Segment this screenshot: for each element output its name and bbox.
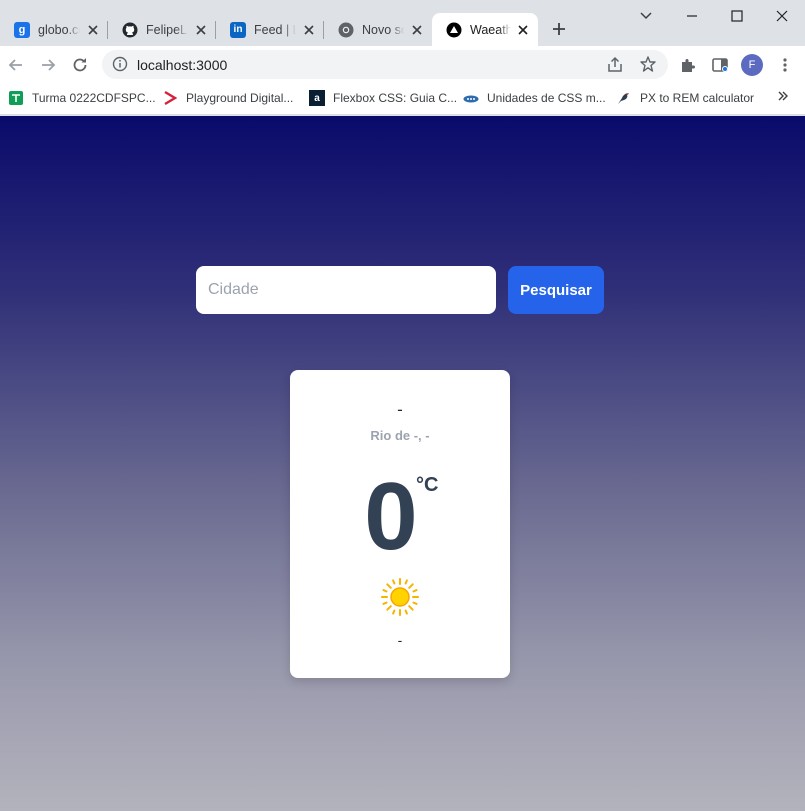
url-text: localhost:3000	[137, 57, 228, 73]
tab-title: FelipeLe	[146, 22, 188, 37]
tab-github[interactable]: FelipeLe	[108, 13, 216, 46]
side-panel-icon[interactable]	[710, 55, 730, 75]
tab-title: globo.com	[38, 22, 80, 37]
minimize-icon[interactable]	[682, 6, 702, 26]
close-icon[interactable]	[86, 22, 100, 38]
linkedin-icon: in	[230, 21, 246, 38]
bookmark-playground[interactable]: Playground Digital...	[162, 89, 293, 107]
reload-icon[interactable]	[70, 55, 90, 75]
weather-footer: -	[397, 632, 403, 648]
tab-search-chevron-down-icon[interactable]	[636, 6, 656, 26]
menu-kebab-icon[interactable]	[775, 55, 795, 75]
tab-new[interactable]: Novo separador	[324, 13, 432, 46]
bird-icon	[616, 90, 632, 106]
bookmarks-bar: Turma 0222CDFSPC... Playground Digital..…	[0, 83, 805, 115]
bookmark-px-to-rem[interactable]: PX to REM calculator	[616, 89, 754, 107]
flexbox-a-icon: a	[309, 90, 325, 106]
sun-icon	[380, 577, 420, 617]
share-icon[interactable]	[606, 56, 624, 74]
close-window-icon[interactable]	[772, 6, 792, 26]
close-icon[interactable]	[410, 22, 424, 38]
tab-linkedin[interactable]: in Feed | LinkedIn	[216, 13, 324, 46]
info-icon[interactable]	[112, 56, 128, 72]
dpw-icon	[463, 90, 479, 106]
bookmark-flexbox[interactable]: a Flexbox CSS: Guia C...	[309, 89, 457, 107]
tab-title: Novo separador	[362, 22, 404, 37]
new-tab-plus-icon[interactable]	[549, 19, 569, 39]
tab-strip: g globo.com FelipeLe in Feed | LinkedIn …	[0, 0, 805, 46]
browser-toolbar: localhost:3000 F	[0, 46, 805, 83]
tab-title: Feed | LinkedIn	[254, 22, 296, 37]
bookmark-label: Flexbox CSS: Guia C...	[333, 91, 458, 105]
close-icon[interactable]	[302, 22, 316, 38]
next-icon	[446, 22, 462, 38]
search-button[interactable]: Pesquisar	[508, 266, 604, 314]
bookmark-label: Turma 0222CDFSPC...	[32, 91, 156, 105]
extensions-puzzle-icon[interactable]	[678, 55, 698, 75]
tab-globo[interactable]: g globo.com	[0, 13, 108, 46]
weather-description: -	[397, 400, 403, 419]
globo-favicon: g	[14, 21, 30, 38]
bookmark-label: Unidades de CSS m...	[487, 91, 606, 105]
weather-app-page: Pesquisar - Rio de -, - 0 °C -	[0, 116, 805, 811]
forward-arrow-icon[interactable]	[38, 55, 58, 75]
maximize-icon[interactable]	[727, 6, 747, 26]
tab-title: Waeather	[470, 22, 511, 37]
bookmark-turma[interactable]: Turma 0222CDFSPC...	[8, 89, 156, 107]
temperature-unit: °C	[416, 474, 439, 496]
close-icon[interactable]	[517, 22, 531, 38]
city-search-input[interactable]	[196, 266, 496, 314]
bookmark-label: PX to REM calculator	[640, 91, 755, 105]
weather-card: - Rio de -, - 0 °C -	[290, 370, 510, 678]
bookmark-label: Playground Digital...	[186, 91, 294, 105]
back-arrow-icon[interactable]	[6, 55, 26, 75]
chevron-icon	[162, 90, 178, 106]
bookmarks-overflow-chevron-icon[interactable]	[776, 89, 790, 103]
address-bar[interactable]: localhost:3000	[102, 50, 668, 79]
tab-weather-active[interactable]: Waeather	[432, 13, 538, 46]
bookmark-star-icon[interactable]	[639, 55, 657, 73]
profile-avatar[interactable]: F	[741, 54, 763, 76]
close-icon[interactable]	[194, 22, 208, 38]
classroom-icon	[8, 90, 24, 106]
bookmark-unidades-css[interactable]: Unidades de CSS m...	[463, 89, 606, 107]
github-icon	[122, 22, 138, 38]
weather-location: Rio de -, -	[370, 428, 430, 443]
chrome-icon	[338, 22, 354, 38]
